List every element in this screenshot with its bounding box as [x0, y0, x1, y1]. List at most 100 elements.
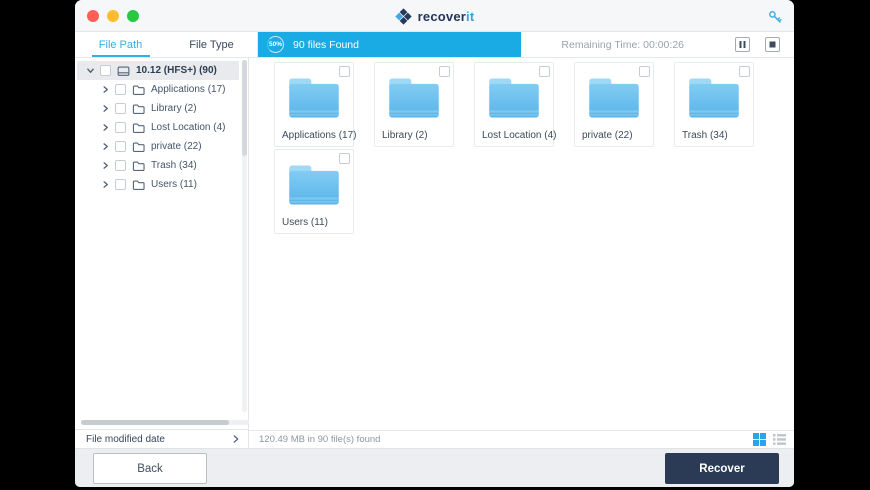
pause-scan-button[interactable]: [735, 37, 750, 52]
zoom-button[interactable]: [127, 10, 139, 22]
file-modified-date-filter[interactable]: File modified date: [75, 429, 248, 448]
stop-icon: [769, 41, 776, 48]
chevron-right-icon[interactable]: [102, 105, 109, 112]
chevron-right-icon[interactable]: [102, 181, 109, 188]
tree-item-label: Trash (34): [151, 160, 197, 171]
folder-tree: 10.12 (HFS+) (90) Applications (17) Libr…: [75, 58, 248, 429]
stop-scan-button[interactable]: [765, 37, 780, 52]
remaining-time-text: Remaining Time: 00:00:26: [561, 38, 684, 51]
folder-card[interactable]: Users (11): [274, 149, 354, 234]
sidebar-horizontal-scrollbar[interactable]: [81, 420, 249, 425]
folder-card-label: Lost Location (4): [482, 130, 557, 141]
scan-progress-remainder: Remaining Time: 00:00:26: [521, 32, 794, 57]
tree-item-folder[interactable]: Library (2): [75, 99, 248, 118]
folder-card-label: Applications (17): [282, 130, 357, 141]
folder-card-label: Trash (34): [682, 130, 728, 141]
active-tab-underline: [91, 55, 150, 57]
key-icon: [769, 11, 782, 23]
folder-card[interactable]: Library (2): [374, 62, 454, 147]
tree-checkbox[interactable]: [115, 179, 126, 190]
results-content: Applications (17) Library (2) Lost Locat…: [249, 58, 794, 430]
status-bar: 120.49 MB in 90 file(s) found: [249, 430, 794, 448]
folder-icon: [485, 75, 543, 126]
folder-card[interactable]: private (22): [574, 62, 654, 147]
tree-checkbox[interactable]: [115, 103, 126, 114]
minimize-button[interactable]: [107, 10, 119, 22]
tab-file-type-label: File Type: [189, 38, 234, 51]
tab-file-type[interactable]: File Type: [166, 32, 257, 57]
grid-view-icon: [753, 433, 766, 446]
scan-progress-fill: 50% 90 files Found: [258, 32, 521, 57]
results-area: Applications (17) Library (2) Lost Locat…: [249, 58, 794, 448]
scrollbar-thumb[interactable]: [81, 420, 229, 425]
folder-icon: [132, 122, 145, 134]
sidebar-vertical-scrollbar[interactable]: [242, 60, 247, 412]
desktop-background: recoverit File Path File Type 50% 90 fil…: [0, 0, 870, 490]
tree-item-volume[interactable]: 10.12 (HFS+) (90): [77, 61, 239, 80]
tree-item-folder[interactable]: Lost Location (4): [75, 118, 248, 137]
tree-checkbox[interactable]: [115, 160, 126, 171]
drive-icon: [117, 65, 130, 77]
folder-card[interactable]: Applications (17): [274, 62, 357, 147]
tab-file-path[interactable]: File Path: [75, 32, 166, 57]
tree-checkbox[interactable]: [100, 65, 111, 76]
close-button[interactable]: [87, 10, 99, 22]
tree-checkbox[interactable]: [115, 84, 126, 95]
folder-icon: [132, 84, 145, 96]
folder-icon: [685, 75, 743, 126]
folder-icon: [285, 162, 343, 213]
scan-percent-badge: 50%: [267, 36, 284, 53]
tree-checkbox[interactable]: [115, 122, 126, 133]
tree-checkbox[interactable]: [115, 141, 126, 152]
scan-summary-text: 120.49 MB in 90 file(s) found: [259, 434, 381, 445]
recoverit-logo-icon: [394, 7, 412, 25]
folder-icon: [385, 75, 443, 126]
title-bar: recoverit: [75, 0, 794, 32]
logo-text: recoverit: [417, 8, 475, 24]
action-bar: Back Recover: [75, 448, 794, 487]
folder-grid: Applications (17) Library (2) Lost Locat…: [274, 62, 794, 234]
recoverit-logo: recoverit: [75, 0, 794, 32]
list-view-icon: [773, 434, 786, 445]
tree-item-folder[interactable]: private (22): [75, 137, 248, 156]
folder-card[interactable]: Lost Location (4): [474, 62, 557, 147]
tab-file-path-label: File Path: [98, 38, 143, 51]
folder-card-label: Users (11): [282, 217, 328, 228]
recover-button[interactable]: Recover: [665, 453, 779, 484]
header-row: File Path File Type 50% 90 files Found R…: [75, 32, 794, 58]
tree-item-label: Users (11): [151, 179, 197, 190]
chevron-right-icon[interactable]: [102, 86, 109, 93]
folder-icon: [132, 141, 145, 153]
file-path-sidebar: 10.12 (HFS+) (90) Applications (17) Libr…: [75, 58, 249, 448]
chevron-right-icon[interactable]: [102, 124, 109, 131]
back-button[interactable]: Back: [93, 453, 207, 484]
view-toggles: [753, 433, 786, 446]
folder-icon: [132, 160, 145, 172]
folder-card-label: Library (2): [382, 130, 428, 141]
folder-icon: [132, 179, 145, 191]
tree-item-folder[interactable]: Trash (34): [75, 156, 248, 175]
pause-icon: [739, 41, 746, 48]
list-view-button[interactable]: [773, 433, 786, 446]
window-body: 10.12 (HFS+) (90) Applications (17) Libr…: [75, 58, 794, 448]
chevron-right-icon[interactable]: [102, 143, 109, 150]
chevron-down-icon[interactable]: [87, 67, 94, 74]
activation-key-button[interactable]: [766, 8, 784, 26]
tree-item-folder[interactable]: Applications (17): [75, 80, 248, 99]
scrollbar-thumb[interactable]: [242, 60, 247, 156]
folder-icon: [585, 75, 643, 126]
tree-item-label: private (22): [151, 141, 202, 152]
scan-status-text: 90 files Found: [293, 38, 359, 51]
folder-card[interactable]: Trash (34): [674, 62, 754, 147]
scan-progress-bar: 50% 90 files Found Remaining Time: 00:00…: [258, 32, 794, 58]
tree-item-label: Applications (17): [151, 84, 226, 95]
tree-item-label: Library (2): [151, 103, 197, 114]
folder-icon: [285, 75, 343, 126]
chevron-right-icon: [233, 435, 239, 443]
file-modified-date-label: File modified date: [86, 433, 165, 445]
folder-card-label: private (22): [582, 130, 633, 141]
tree-item-folder[interactable]: Users (11): [75, 175, 248, 194]
window-controls: [87, 10, 139, 22]
grid-view-button[interactable]: [753, 433, 766, 446]
chevron-right-icon[interactable]: [102, 162, 109, 169]
